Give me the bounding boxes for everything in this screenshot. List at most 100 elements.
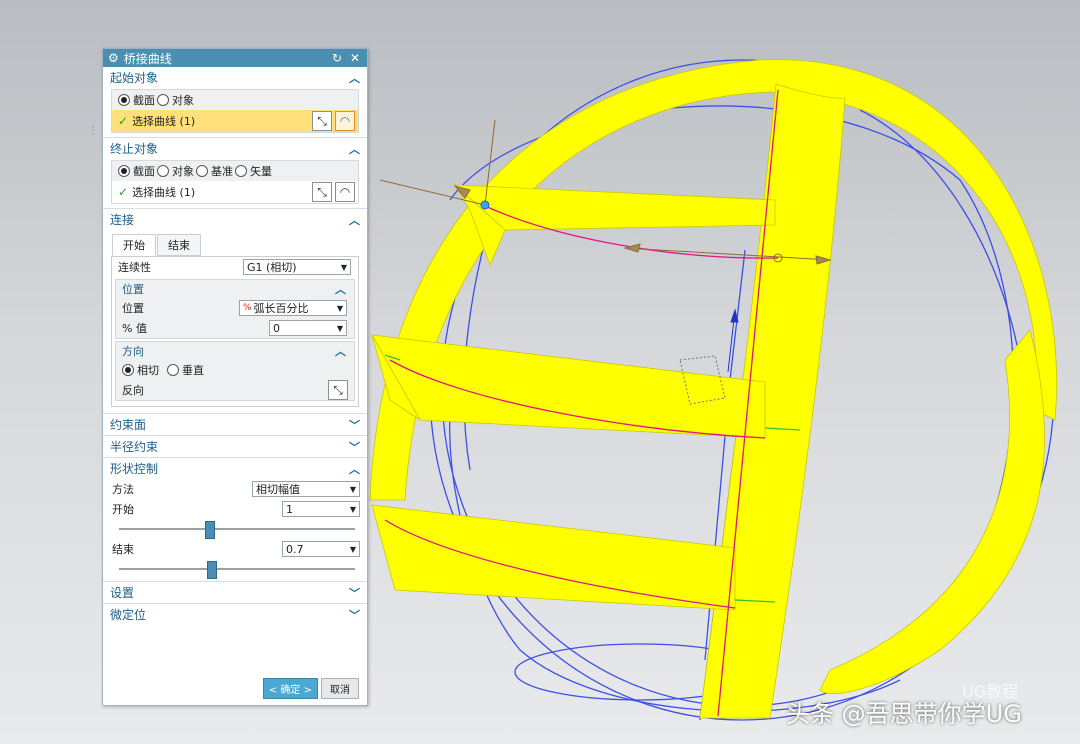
ok-button[interactable]: < 确定 > xyxy=(262,678,318,699)
radio-section[interactable] xyxy=(118,94,130,106)
chevron-down-icon[interactable]: ﹀ xyxy=(349,585,360,601)
end-select-label: 选择曲线 (1) xyxy=(132,186,196,199)
end-value: 0.7 xyxy=(286,542,304,556)
curve-rule-icon[interactable]: ◠ xyxy=(335,111,355,131)
start-label: 开始 xyxy=(112,503,134,516)
check-icon: ✓ xyxy=(118,114,129,128)
caret-down-icon: ▼ xyxy=(340,262,347,272)
start-value-input[interactable]: 1 ▼ xyxy=(282,501,360,517)
radio-vector[interactable] xyxy=(235,165,247,177)
percent-input[interactable]: 0 ▼ xyxy=(269,320,347,336)
close-icon[interactable]: ✕ xyxy=(348,51,362,65)
chevron-down-icon[interactable]: ﹀ xyxy=(349,439,360,455)
start-magnitude-row: 开始 1 ▼ xyxy=(103,499,367,519)
connect-tabs: 开始 结束 xyxy=(112,234,359,256)
slider-track xyxy=(119,568,355,570)
caret-down-icon: ▼ xyxy=(349,544,356,554)
position-group-header[interactable]: 位置 ︿ xyxy=(116,280,354,298)
end-object-header[interactable]: 终止对象 ︿ xyxy=(103,137,367,159)
start-object-title: 起始对象 xyxy=(110,71,159,85)
caret-down-icon: ▼ xyxy=(336,323,343,333)
yellow-surfaces xyxy=(369,59,1057,719)
percent-label: % 值 xyxy=(122,322,147,335)
method-row: 方法 相切幅值 ▼ xyxy=(103,479,367,499)
chevron-down-icon[interactable]: ﹀ xyxy=(349,417,360,433)
fine-position-header[interactable]: 微定位 ﹀ xyxy=(103,603,367,625)
constraint-face-header[interactable]: 约束面 ﹀ xyxy=(103,413,367,435)
radio-normal-label: 垂直 xyxy=(182,364,204,377)
chevron-up-icon[interactable]: ︿ xyxy=(349,212,360,228)
dock-grip[interactable]: ⋮ xyxy=(88,125,98,143)
fine-position-title: 微定位 xyxy=(110,608,147,622)
radio-normal[interactable] xyxy=(167,364,179,376)
radius-constraint-header[interactable]: 半径约束 ﹀ xyxy=(103,435,367,457)
constraint-face-title: 约束面 xyxy=(110,418,147,432)
continuity-dropdown[interactable]: G1 (相切) ▼ xyxy=(243,259,351,275)
radio-tangent-label: 相切 xyxy=(137,364,159,377)
method-dropdown[interactable]: 相切幅值 ▼ xyxy=(252,481,360,497)
cancel-button[interactable]: 取消 xyxy=(321,678,359,699)
position-label: 位置 xyxy=(122,302,144,315)
reverse-row: 反向 ⤡ xyxy=(116,380,354,400)
direction-group-header[interactable]: 方向 ︿ xyxy=(116,342,354,360)
position-dropdown[interactable]: % 弧长百分比 ▼ xyxy=(239,300,347,316)
radio-tangent[interactable] xyxy=(122,364,134,376)
start-value: 1 xyxy=(286,502,293,516)
end-value-input[interactable]: 0.7 ▼ xyxy=(282,541,360,557)
settings-title: 设置 xyxy=(110,586,135,600)
chevron-up-icon[interactable]: ︿ xyxy=(349,461,360,477)
caret-down-icon: ▼ xyxy=(349,504,356,514)
radio-label: 截面 xyxy=(133,165,155,178)
direction-radios: 相切 垂直 xyxy=(116,360,354,380)
chevron-up-icon[interactable]: ︿ xyxy=(335,343,346,359)
continuity-row: 连续性 G1 (相切) ▼ xyxy=(112,257,358,277)
end-object-box: 截面 对象 基准 矢量 ✓ 选择曲线 (1) ⤡ ◠ xyxy=(111,160,359,204)
connect-panel: 连续性 G1 (相切) ▼ 位置 ︿ 位置 % 弧长百分比 ▼ % 值 0 ▼ … xyxy=(111,256,359,407)
curve-rule-icon[interactable]: ◠ xyxy=(335,182,355,202)
radio-object[interactable] xyxy=(157,94,169,106)
bridge-curve-dialog: ⚙ 桥接曲线 ↻ ✕ 起始对象 ︿ 截面 对象 ✓ 选择曲线 (1) ⤡ ◠ 终… xyxy=(102,48,368,706)
settings-header[interactable]: 设置 ﹀ xyxy=(103,581,367,603)
chevron-up-icon[interactable]: ︿ xyxy=(349,141,360,157)
tab-end[interactable]: 结束 xyxy=(157,234,201,256)
method-value: 相切幅值 xyxy=(256,483,300,496)
connect-header[interactable]: 连接 ︿ xyxy=(103,208,367,230)
end-type-radios: 截面 对象 基准 矢量 xyxy=(112,161,358,181)
start-select-label: 选择曲线 (1) xyxy=(132,115,196,128)
tab-start[interactable]: 开始 xyxy=(112,234,156,256)
dialog-title: 桥接曲线 xyxy=(123,51,172,66)
reset-icon[interactable]: ↻ xyxy=(330,51,344,65)
start-slider[interactable] xyxy=(119,519,355,539)
slider-track xyxy=(119,528,355,530)
dialog-titlebar: ⚙ 桥接曲线 ↻ ✕ xyxy=(103,49,367,67)
start-object-header[interactable]: 起始对象 ︿ xyxy=(103,67,367,88)
end-select-curve[interactable]: ✓ 选择曲线 (1) ⤡ ◠ xyxy=(112,181,358,203)
chevron-up-icon[interactable]: ︿ xyxy=(349,70,360,86)
position-row: 位置 % 弧长百分比 ▼ xyxy=(116,298,354,318)
start-type-radios: 截面 对象 xyxy=(112,90,358,110)
connect-title: 连接 xyxy=(110,213,135,227)
slider-thumb[interactable] xyxy=(207,561,218,579)
end-slider[interactable] xyxy=(119,559,355,579)
radio-object[interactable] xyxy=(157,165,169,177)
reverse-direction-icon[interactable]: ⤡ xyxy=(312,111,332,131)
end-object-title: 终止对象 xyxy=(110,142,159,156)
radio-section[interactable] xyxy=(118,165,130,177)
dialog-buttons: < 确定 > 取消 xyxy=(262,678,359,699)
percent-row: % 值 0 ▼ xyxy=(116,318,354,338)
chevron-down-icon[interactable]: ﹀ xyxy=(349,607,360,623)
shape-control-header[interactable]: 形状控制 ︿ xyxy=(103,457,367,479)
gear-icon[interactable]: ⚙ xyxy=(108,51,119,65)
start-select-curve[interactable]: ✓ 选择曲线 (1) ⤡ ◠ xyxy=(112,110,358,132)
reverse-direction-icon[interactable]: ⤡ xyxy=(312,182,332,202)
slider-thumb[interactable] xyxy=(204,521,215,539)
radio-datum[interactable] xyxy=(196,165,208,177)
reverse-direction-icon[interactable]: ⤡ xyxy=(328,380,348,400)
position-value: 弧长百分比 xyxy=(253,302,309,315)
reverse-label: 反向 xyxy=(122,384,144,397)
radio-label: 基准 xyxy=(211,165,233,178)
end-magnitude-row: 结束 0.7 ▼ xyxy=(103,539,367,559)
chevron-up-icon[interactable]: ︿ xyxy=(335,281,346,297)
percent-icon: % xyxy=(243,303,252,313)
position-group-title: 位置 xyxy=(122,283,144,296)
